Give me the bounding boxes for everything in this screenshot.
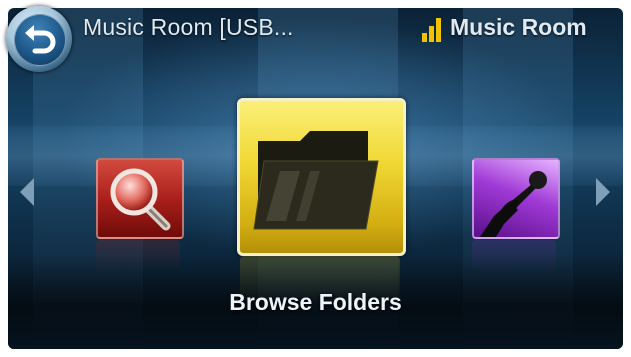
karaoke-tile[interactable] [472, 158, 560, 239]
page-title: Music Room [USB... [83, 14, 294, 40]
chevron-left-icon[interactable] [20, 178, 34, 206]
karaoke-microphone-icon [480, 171, 547, 237]
back-arrow-icon [25, 25, 56, 54]
signal-bars-icon [422, 18, 444, 42]
search-tile[interactable] [96, 158, 184, 239]
folder-icon [253, 131, 379, 230]
search-tile-reflection [96, 240, 180, 272]
search-magnifier-icon [110, 168, 171, 231]
karaoke-tile-reflection [472, 240, 556, 272]
chevron-right-icon[interactable] [596, 178, 610, 206]
back-button[interactable] [6, 6, 72, 72]
browse-folders-tile[interactable] [237, 98, 406, 256]
room-name: Music Room [450, 14, 587, 40]
selected-item-label: Browse Folders [229, 289, 402, 315]
